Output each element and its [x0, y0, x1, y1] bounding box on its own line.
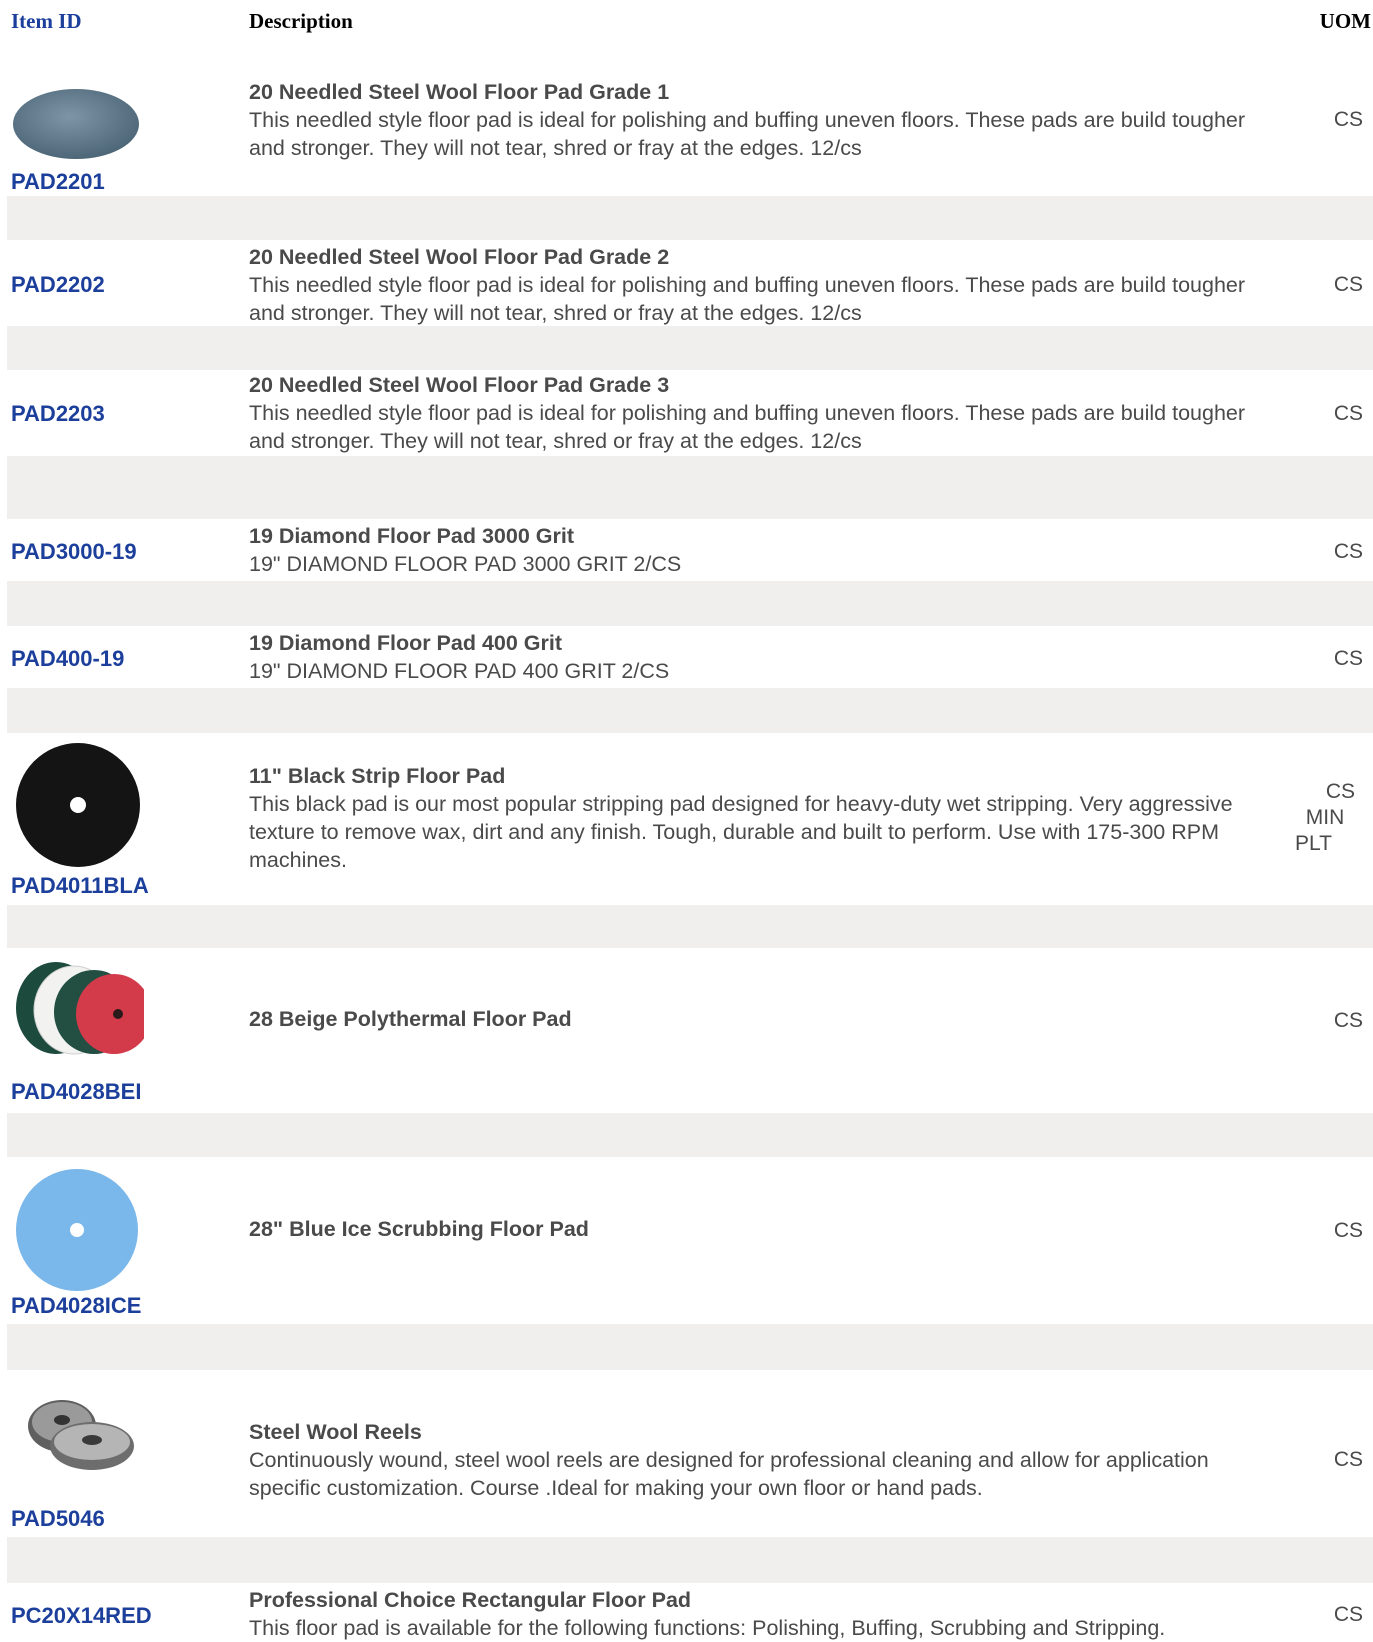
item-title: 28 Beige Polythermal Floor Pad — [249, 1007, 572, 1031]
item-body: This black pad is our most popular strip… — [249, 792, 1233, 872]
uom-value: CS — [1333, 1009, 1363, 1032]
black-pad-image[interactable] — [14, 741, 142, 869]
item-body: This needled style floor pad is ideal fo… — [249, 273, 1246, 325]
multicolor-pads-image[interactable] — [14, 958, 144, 1058]
uom-cell: CS — [1283, 539, 1363, 565]
uom-value: CS — [1333, 1603, 1363, 1626]
item-id-link[interactable]: PAD3000-19 — [11, 539, 137, 565]
item-body: This floor pad is available for the foll… — [249, 1616, 1166, 1640]
item-title: 28" Blue Ice Scrubbing Floor Pad — [249, 1217, 589, 1241]
uom-value: CS — [1333, 108, 1363, 131]
uom-value: CS — [1333, 540, 1363, 563]
item-description: 11" Black Strip Floor Pad This black pad… — [249, 762, 1274, 874]
table-row: PAD2202 20 Needled Steel Wool Floor Pad … — [0, 240, 1373, 326]
item-id-link[interactable]: PAD2202 — [11, 272, 105, 298]
uom-cell: CS — [1283, 1008, 1363, 1034]
uom-value: CS — [1333, 1219, 1363, 1242]
item-body: This needled style floor pad is ideal fo… — [249, 401, 1246, 453]
item-description: Professional Choice Rectangular Floor Pa… — [249, 1586, 1274, 1642]
row-separator — [7, 196, 1373, 240]
item-body: 19" DIAMOND FLOOR PAD 400 GRIT 2/CS — [249, 659, 670, 683]
uom-cell: CS — [1283, 1218, 1363, 1244]
uom-value: CS — [1325, 780, 1355, 803]
row-separator — [7, 326, 1373, 370]
item-title: 20 Needled Steel Wool Floor Pad Grade 1 — [249, 80, 670, 104]
row-separator — [7, 1537, 1373, 1583]
item-body: This needled style floor pad is ideal fo… — [249, 108, 1246, 160]
table-row: PAD4028BEI 28 Beige Polythermal Floor Pa… — [0, 948, 1373, 1113]
item-description: 20 Needled Steel Wool Floor Pad Grade 2 … — [249, 243, 1274, 327]
table-row: PAD5046 Steel Wool Reels Continuously wo… — [0, 1370, 1373, 1537]
uom-value: MIN — [1305, 806, 1345, 829]
row-separator — [7, 581, 1373, 626]
uom-cell: CS MIN PLT — [1295, 779, 1355, 857]
row-separator — [7, 456, 1373, 519]
table-row: PC20X14RED Professional Choice Rectangul… — [0, 1583, 1373, 1640]
uom-cell: CS — [1283, 272, 1363, 298]
uom-value: CS — [1333, 1448, 1363, 1471]
uom-value: CS — [1333, 402, 1363, 425]
item-id-link[interactable]: PAD2201 — [11, 169, 105, 195]
uom-cell: CS — [1283, 401, 1363, 427]
table-header: Item ID Description UOM — [0, 0, 1373, 44]
row-separator — [7, 688, 1373, 733]
uom-cell: CS — [1283, 1447, 1363, 1473]
item-title: 19 Diamond Floor Pad 400 Grit — [249, 631, 563, 655]
item-id-link[interactable]: PAD400-19 — [11, 646, 124, 672]
item-body: Continuously wound, steel wool reels are… — [249, 1448, 1209, 1500]
item-description: Steel Wool Reels Continuously wound, ste… — [249, 1418, 1274, 1502]
item-description: 19 Diamond Floor Pad 3000 Grit 19" DIAMO… — [249, 522, 1274, 578]
column-header-item-id[interactable]: Item ID — [11, 9, 82, 34]
steel-wool-pad-image[interactable] — [12, 80, 142, 176]
item-title: Steel Wool Reels — [249, 1420, 422, 1444]
uom-cell: CS — [1283, 1602, 1363, 1628]
column-header-description[interactable]: Description — [249, 9, 353, 34]
blue-pad-image[interactable] — [14, 1167, 140, 1293]
item-description: 28 Beige Polythermal Floor Pad — [249, 1005, 1274, 1033]
row-separator — [7, 905, 1373, 948]
item-title: Professional Choice Rectangular Floor Pa… — [249, 1588, 692, 1612]
item-id-link[interactable]: PAD5046 — [11, 1506, 105, 1532]
uom-cell: CS — [1283, 646, 1363, 672]
uom-value: PLT — [1295, 832, 1332, 855]
table-row: PAD3000-19 19 Diamond Floor Pad 3000 Gri… — [0, 519, 1373, 581]
item-id-link[interactable]: PAD4028BEI — [11, 1079, 141, 1105]
uom-value: CS — [1333, 647, 1363, 670]
table-row: PAD400-19 19 Diamond Floor Pad 400 Grit … — [0, 626, 1373, 688]
table-row: PAD4011BLA 11" Black Strip Floor Pad Thi… — [0, 733, 1373, 905]
item-id-link[interactable]: PAD4011BLA — [11, 873, 149, 899]
item-body: 19" DIAMOND FLOOR PAD 3000 GRIT 2/CS — [249, 552, 682, 576]
column-header-uom[interactable]: UOM — [1320, 9, 1371, 34]
item-description: 28" Blue Ice Scrubbing Floor Pad — [249, 1215, 1274, 1243]
item-id-link[interactable]: PAD4028ICE — [11, 1293, 141, 1319]
item-title: 19 Diamond Floor Pad 3000 Grit — [249, 524, 574, 548]
table-row: PAD4028ICE 28" Blue Ice Scrubbing Floor … — [0, 1157, 1373, 1324]
row-separator — [7, 1113, 1373, 1157]
item-description: 20 Needled Steel Wool Floor Pad Grade 3 … — [249, 371, 1274, 455]
row-separator — [7, 1324, 1373, 1370]
item-title: 20 Needled Steel Wool Floor Pad Grade 3 — [249, 373, 670, 397]
item-title: 11" Black Strip Floor Pad — [249, 764, 506, 788]
uom-value: CS — [1333, 273, 1363, 296]
table-row: PAD2203 20 Needled Steel Wool Floor Pad … — [0, 370, 1373, 456]
item-title: 20 Needled Steel Wool Floor Pad Grade 2 — [249, 245, 670, 269]
table-row: PAD2201 20 Needled Steel Wool Floor Pad … — [0, 44, 1373, 196]
steel-wool-reels-image[interactable] — [12, 1386, 140, 1476]
item-id-link[interactable]: PAD2203 — [11, 401, 105, 427]
item-description: 19 Diamond Floor Pad 400 Grit 19" DIAMON… — [249, 629, 1274, 685]
uom-cell: CS — [1283, 107, 1363, 133]
item-id-link[interactable]: PC20X14RED — [11, 1603, 152, 1629]
item-description: 20 Needled Steel Wool Floor Pad Grade 1 … — [249, 78, 1274, 162]
